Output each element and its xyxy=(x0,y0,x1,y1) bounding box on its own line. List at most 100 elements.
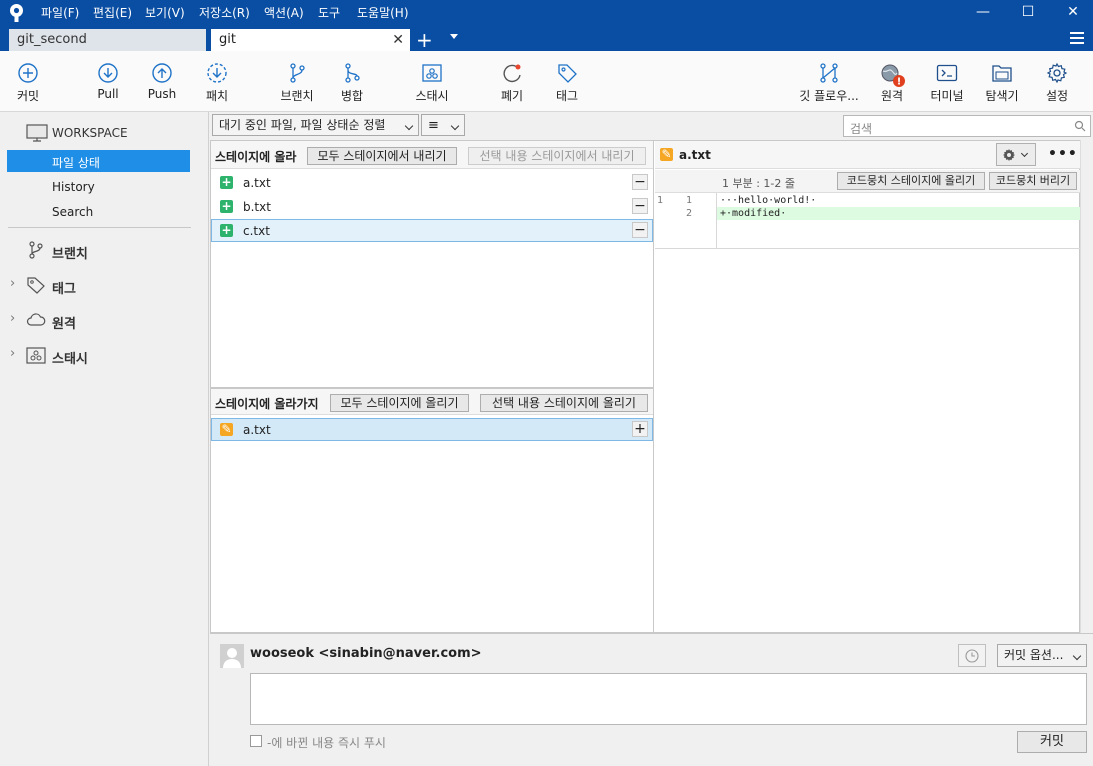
sidebar-item-file-status[interactable]: 파일 상태 xyxy=(7,150,190,172)
merge-icon xyxy=(345,63,360,83)
sort-dropdown[interactable]: 대기 중인 파일, 파일 상태순 정렬 xyxy=(212,114,419,136)
commit-submit-button[interactable]: 커밋 xyxy=(1017,731,1087,753)
commit-plus-icon xyxy=(18,63,38,83)
remote-button[interactable]: ! 원격 xyxy=(872,51,912,111)
user-avatar-icon xyxy=(223,648,241,668)
discard-hunk-button[interactable]: 코드뭉치 버리기 xyxy=(989,172,1077,190)
hunk-divider xyxy=(655,248,1080,249)
fetch-button[interactable]: 패치 xyxy=(197,51,237,111)
tag-label: 태그 xyxy=(555,89,579,103)
unstage-selected-button[interactable]: 선택 내용 스테이지에서 내리기 xyxy=(468,147,646,165)
branch-button[interactable]: 브랜치 xyxy=(276,51,318,111)
svg-text:!: ! xyxy=(897,77,902,88)
unstage-file-minus-icon[interactable]: − xyxy=(632,222,648,238)
stash-button[interactable]: 스태시 xyxy=(410,51,454,111)
view-mode-dropdown[interactable]: ≡ xyxy=(421,114,465,136)
chevron-down-icon xyxy=(1072,651,1082,661)
new-tab-button[interactable]: + xyxy=(416,28,433,52)
sidebar-section-stashes[interactable]: › 스태시 xyxy=(0,344,209,367)
commit-message-input[interactable] xyxy=(250,673,1087,725)
fetch-icon xyxy=(207,63,227,83)
settings-button[interactable]: 설정 xyxy=(1036,51,1078,111)
sidebar-section-tags[interactable]: › 태그 xyxy=(0,274,209,297)
search-input[interactable]: 검색 xyxy=(843,115,1091,137)
terminal-button[interactable]: 터미널 xyxy=(926,51,968,111)
stage-all-button[interactable]: 모두 스테이지에 올리기 xyxy=(330,394,469,412)
minimize-button[interactable]: — xyxy=(963,2,1003,22)
sidebar-divider xyxy=(8,227,191,228)
tab-git[interactable]: git ✕ xyxy=(211,29,410,51)
push-immediately-checkbox[interactable] xyxy=(250,735,262,747)
sidebar-section-branches[interactable]: 브랜치 xyxy=(0,239,209,262)
menu-repository[interactable]: 저장소(R) xyxy=(199,4,250,21)
commit-options-dropdown[interactable]: 커밋 옵션... xyxy=(997,644,1087,667)
sidebar-item-label: Search xyxy=(52,205,94,219)
tag-icon xyxy=(558,64,577,83)
tab-close-icon[interactable]: ✕ xyxy=(392,29,404,51)
hunk-range: 1 부분 : 1-2 줄 xyxy=(722,177,796,190)
terminal-label: 터미널 xyxy=(930,89,964,103)
commit-history-button[interactable] xyxy=(958,644,986,667)
maximize-button[interactable]: ☐ xyxy=(1008,2,1048,22)
tab-git-second[interactable]: git_second xyxy=(9,29,206,51)
staged-file-row[interactable]: + a.txt − xyxy=(211,171,653,194)
new-line-number: 1 xyxy=(686,195,693,206)
sidebar-section-remotes[interactable]: › 원격 xyxy=(0,309,209,332)
push-label: Push xyxy=(147,87,177,101)
tag-button[interactable]: 태그 xyxy=(547,51,587,111)
discard-button[interactable]: 폐기 xyxy=(492,51,532,111)
menu-view[interactable]: 보기(V) xyxy=(145,4,185,21)
sidebar-workspace-header[interactable]: WORKSPACE xyxy=(0,122,209,144)
more-options-icon[interactable]: ••• xyxy=(1048,146,1078,162)
workspace-label: WORKSPACE xyxy=(52,126,128,140)
branch-icon xyxy=(29,241,43,259)
menu-edit[interactable]: 편집(E) xyxy=(93,4,132,21)
sidebar-item-history[interactable]: History xyxy=(0,176,209,198)
list-icon: ≡ xyxy=(428,118,439,133)
file-name: a.txt xyxy=(243,176,271,190)
explorer-button[interactable]: 탐색기 xyxy=(981,51,1023,111)
diff-options-dropdown[interactable] xyxy=(996,143,1036,166)
sidebar-section-label: 태그 xyxy=(52,282,76,297)
menu-help[interactable]: 도움말(H) xyxy=(357,4,409,21)
menu-file[interactable]: 파일(F) xyxy=(41,4,79,21)
unstage-file-minus-icon[interactable]: − xyxy=(632,198,648,214)
merge-button[interactable]: 병합 xyxy=(332,51,372,111)
staged-file-row[interactable]: + b.txt − xyxy=(211,195,653,218)
sort-dropdown-label: 대기 중인 파일, 파일 상태순 정렬 xyxy=(219,118,386,132)
menu-tools[interactable]: 도구 xyxy=(318,4,340,21)
hamburger-menu-icon[interactable] xyxy=(1070,32,1084,44)
old-line-number: 1 xyxy=(657,195,664,206)
toolbar: 커밋 Pull Push 패치 브랜치 병합 스태시 폐기 태그 깃 플로우..… xyxy=(0,51,1093,112)
pull-button[interactable]: Pull xyxy=(88,51,128,111)
remote-globe-icon: ! xyxy=(881,64,905,88)
staged-file-row-selected[interactable]: + c.txt − xyxy=(211,219,653,242)
unstaged-file-row-selected[interactable]: ✎ a.txt + xyxy=(211,418,653,441)
unstage-file-minus-icon[interactable]: − xyxy=(632,174,648,190)
chevron-right-icon[interactable]: › xyxy=(10,276,15,291)
sidebar-item-search[interactable]: Search xyxy=(0,201,209,223)
unstage-all-button[interactable]: 모두 스테이지에서 내리기 xyxy=(307,147,457,165)
menu-action[interactable]: 액션(A) xyxy=(264,4,304,21)
sidebar-item-label: 파일 상태 xyxy=(52,156,100,170)
gear-icon xyxy=(1046,62,1068,84)
push-arrow-icon xyxy=(152,63,172,83)
stage-selected-button[interactable]: 선택 내용 스테이지에 올리기 xyxy=(480,394,648,412)
settings-label: 설정 xyxy=(1045,89,1069,103)
stage-hunk-button[interactable]: 코드뭉치 스테이지에 올리기 xyxy=(837,172,985,190)
branch-icon xyxy=(290,63,305,83)
commit-author: wooseok <sinabin@naver.com> xyxy=(250,646,482,661)
tab-list-dropdown-icon[interactable] xyxy=(450,34,458,39)
chevron-right-icon[interactable]: › xyxy=(10,346,15,361)
commit-button[interactable]: 커밋 xyxy=(8,51,48,111)
sidebar-section-label: 원격 xyxy=(52,317,76,332)
close-window-button[interactable]: ✕ xyxy=(1053,2,1093,22)
diff-scrollbar[interactable] xyxy=(1080,140,1093,633)
diff-filename: a.txt xyxy=(679,148,711,162)
modified-pencil-icon: ✎ xyxy=(220,422,233,436)
push-button[interactable]: Push xyxy=(142,51,182,111)
git-flow-label: 깃 플로우... xyxy=(799,89,859,103)
git-flow-button[interactable]: 깃 플로우... xyxy=(795,51,863,111)
chevron-right-icon[interactable]: › xyxy=(10,311,15,326)
stage-file-plus-icon[interactable]: + xyxy=(632,421,648,437)
